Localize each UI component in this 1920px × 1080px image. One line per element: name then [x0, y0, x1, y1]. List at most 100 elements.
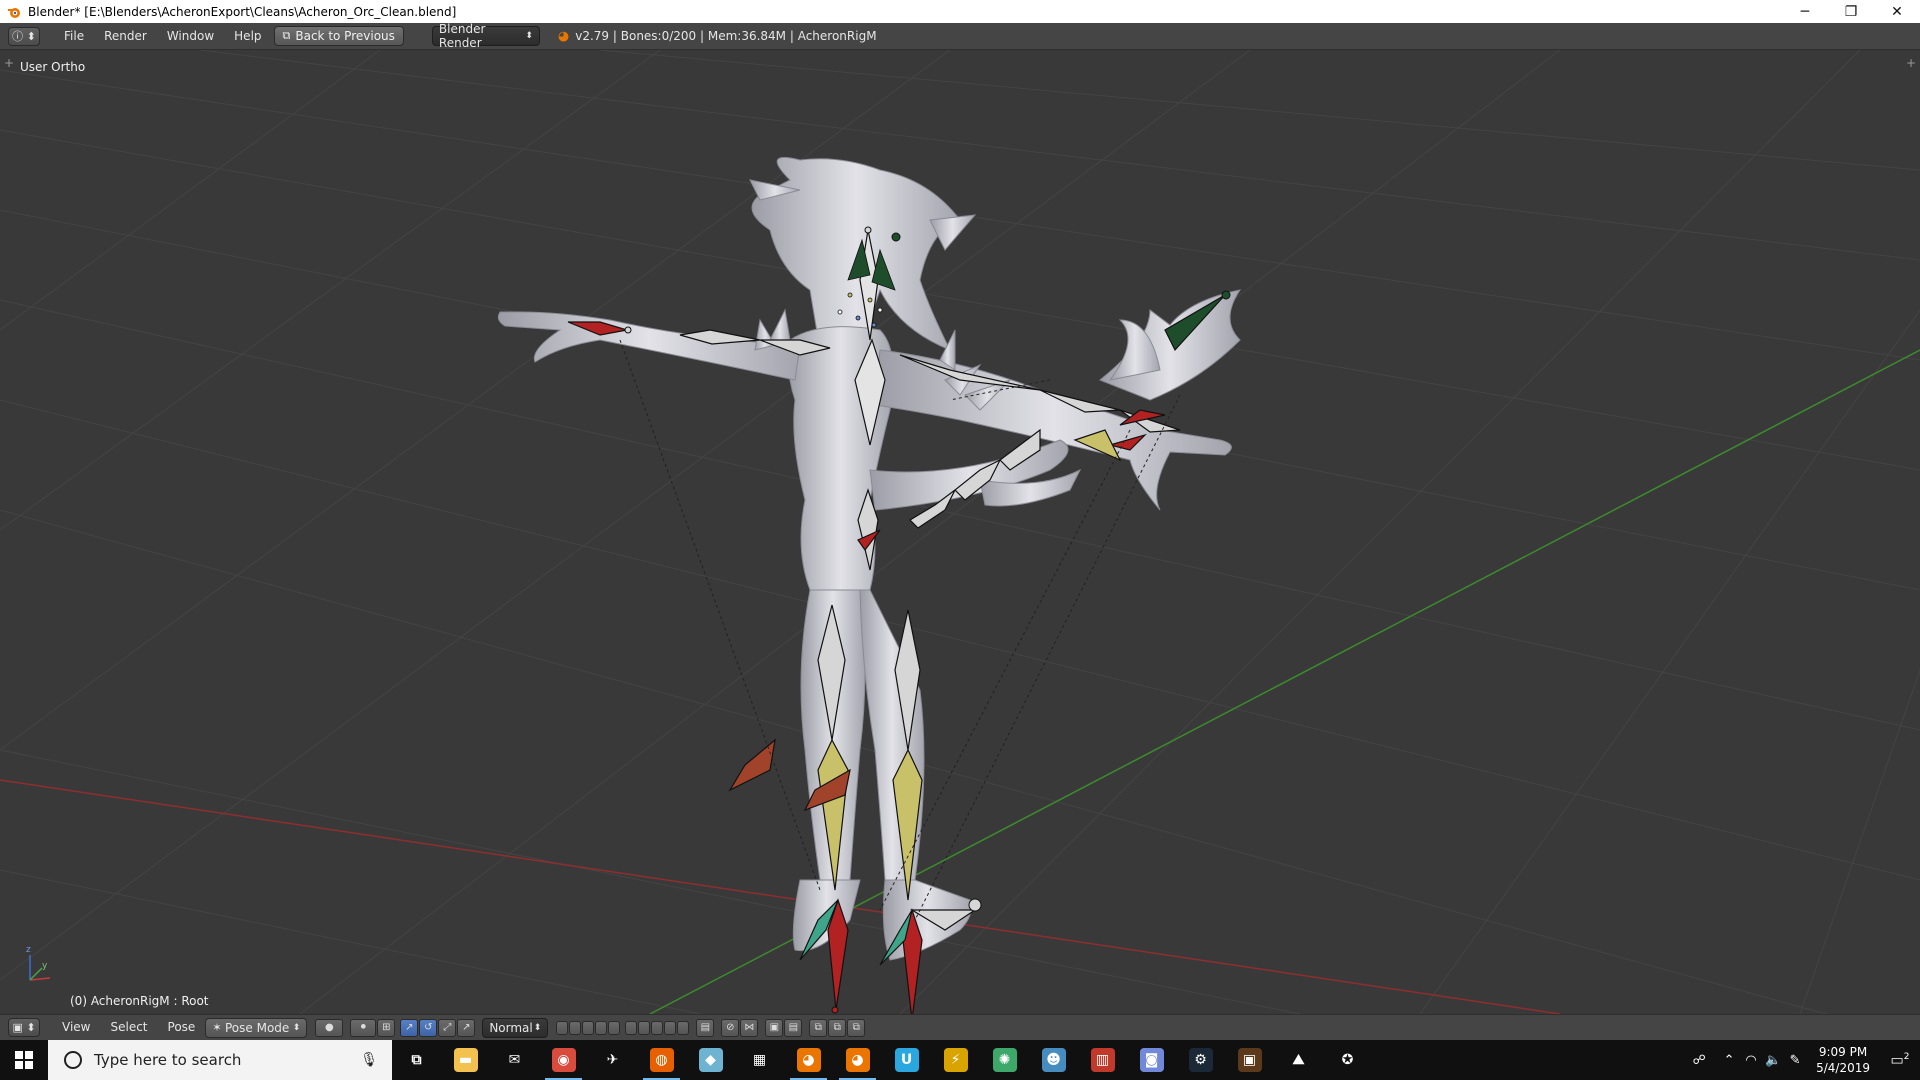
camera-icon: ▣ [769, 1022, 780, 1033]
restore-icon[interactable]: ❐ [1828, 0, 1874, 23]
close-icon[interactable]: ✕ [1874, 0, 1920, 23]
layer-3[interactable] [582, 1020, 595, 1035]
snap-toggle[interactable]: ⊘ [721, 1018, 740, 1037]
app-dark-icon: ▣ [1237, 1048, 1262, 1072]
clock[interactable]: 9:09 PM 5/4/2019 [1816, 1044, 1870, 1076]
render-engine-dropdown[interactable]: Blender Render ⬍ [431, 22, 540, 50]
paste-flipped-pose-button[interactable]: ⧉ [847, 1018, 866, 1037]
taskbar-app-file-explorer[interactable]: ▬ [441, 1040, 490, 1080]
taskbar-app-app-dark[interactable]: ▣ [1225, 1040, 1274, 1080]
app-u-icon: U [894, 1048, 919, 1072]
layer-buttons [556, 1020, 690, 1035]
pivot-icon: ⚫ [359, 1022, 368, 1033]
start-button[interactable] [0, 1040, 48, 1080]
taskbar-app-app-bolt[interactable]: ⚡ [931, 1040, 980, 1080]
layer-8[interactable] [651, 1020, 664, 1035]
copy-pose-button[interactable]: ⧉ [809, 1018, 828, 1037]
chevron-up-icon[interactable]: ⌃ [1718, 1053, 1740, 1068]
blender-icon: ◕ [796, 1048, 821, 1072]
menu-help[interactable]: Help [224, 23, 271, 50]
mode-dropdown[interactable]: ✶ Pose Mode ⬍ [205, 1017, 308, 1038]
layer-2[interactable] [569, 1020, 582, 1035]
editor-type-selector[interactable]: ⓘ ⬍ [8, 26, 40, 46]
render-button[interactable]: ▣ [765, 1018, 784, 1037]
editor-type-selector-3d[interactable]: ▣ ⬍ [8, 1018, 40, 1037]
taskbar-app-mail[interactable]: ✉ [490, 1040, 539, 1080]
taskbar-app-blender[interactable]: ◕ [784, 1040, 833, 1080]
transform-orientation-icon-btn[interactable]: ↗ [457, 1018, 476, 1037]
lock-layers-button[interactable]: ▤ [696, 1018, 715, 1037]
gizmo-z-label: z [26, 945, 31, 955]
menu-select[interactable]: Select [100, 1014, 157, 1041]
menu-render[interactable]: Render [94, 23, 157, 50]
info-icon: ⓘ ⬍ [12, 30, 36, 43]
region-expand-left-icon[interactable]: + [4, 56, 14, 70]
viewport-shading-button[interactable]: ● [315, 1018, 344, 1037]
layer-10[interactable] [677, 1020, 690, 1035]
layer-6[interactable] [625, 1020, 638, 1035]
volume-icon[interactable]: 🔈 [1762, 1053, 1784, 1068]
back-to-previous-button[interactable]: ⧉ Back to Previous [273, 26, 404, 46]
blender-window: Blender* [E:\Blenders\AcheronExport\Clea… [0, 0, 1920, 1080]
rotate-manipulator[interactable]: ↺ [419, 1018, 438, 1037]
orientation-icon: ↗ [462, 1022, 471, 1033]
paste-pose-button[interactable]: ⧉ [828, 1018, 847, 1037]
taskbar-app-app-u[interactable]: U [882, 1040, 931, 1080]
transform-orientation-dropdown[interactable]: Normal ⬍ [482, 1017, 549, 1038]
taskbar-app-app-blue[interactable]: ◆ [686, 1040, 735, 1080]
menu-window[interactable]: Window [157, 23, 224, 50]
minimize-icon[interactable]: ─ [1782, 0, 1828, 23]
taskbar-app-calculator[interactable]: ▦ [735, 1040, 784, 1080]
snap-element-dropdown[interactable]: ⋈ [740, 1018, 759, 1037]
region-expand-right-icon[interactable]: + [1906, 56, 1916, 70]
taskbar-app-blender-2[interactable]: ◕ [833, 1040, 882, 1080]
taskbar-app-app-green[interactable]: ✺ [980, 1040, 1029, 1080]
pivot-point-button[interactable]: ⚫ [350, 1018, 377, 1037]
taskbar-app-discord[interactable]: ◙ [1127, 1040, 1176, 1080]
mode-value: Pose Mode [225, 1020, 290, 1035]
app-blue-icon: ◆ [698, 1048, 723, 1072]
menu-pose[interactable]: Pose [158, 1014, 206, 1041]
chrome-icon: ◉ [551, 1048, 576, 1072]
action-center-button[interactable]: ▭2 [1880, 1052, 1920, 1069]
cortana-icon [64, 1051, 82, 1069]
layer-1[interactable] [556, 1020, 569, 1035]
render-engine-value: Blender Render [438, 22, 486, 50]
taskbar-app-task-view[interactable]: ⧉ [392, 1040, 441, 1080]
clock-date: 5/4/2019 [1816, 1061, 1870, 1075]
layer-7[interactable] [638, 1020, 651, 1035]
taskbar-app-app-wheel[interactable]: ✪ [1323, 1040, 1372, 1080]
clock-time: 9:09 PM [1818, 1045, 1868, 1059]
taskbar-search[interactable]: Type here to search 🎙 [48, 1040, 392, 1080]
menu-file[interactable]: File [54, 23, 94, 50]
taskbar-app-firefox[interactable]: ◍ [637, 1040, 686, 1080]
people-icon[interactable]: ☍ [1688, 1053, 1710, 1068]
taskbar-app-app-piano[interactable]: ▥ [1078, 1040, 1127, 1080]
gizmo-y-label: y [42, 961, 48, 971]
taskbar-app-photos[interactable]: ⛰ [1274, 1040, 1323, 1080]
layer-9[interactable] [664, 1020, 677, 1035]
pen-icon[interactable]: ✎ [1784, 1053, 1806, 1068]
layer-4[interactable] [595, 1020, 608, 1035]
translate-manipulator[interactable]: ↗ [400, 1018, 419, 1037]
search-placeholder: Type here to search [94, 1051, 242, 1069]
layer-5[interactable] [608, 1020, 621, 1035]
3d-viewport[interactable]: z y User Ortho (0) AcheronRigM : Root + … [0, 50, 1920, 1014]
taskbar-app-chrome[interactable]: ◉ [539, 1040, 588, 1080]
pose-mode-icon: ✶ [212, 1021, 222, 1034]
menu-view[interactable]: View [52, 1014, 100, 1041]
system-tray: ☍ ⌃ ◠ 🔈 ✎ 9:09 PM 5/4/2019 ▭2 [1688, 1040, 1920, 1080]
steam-icon: ⚙ [1188, 1048, 1213, 1072]
photos-icon: ⛰ [1286, 1048, 1311, 1072]
taskbar-app-app-godot[interactable]: ☻ [1029, 1040, 1078, 1080]
microphone-icon[interactable]: 🎙 [360, 1052, 378, 1068]
app-godot-icon: ☻ [1041, 1048, 1066, 1072]
taskbar-app-steam[interactable]: ⚙ [1176, 1040, 1225, 1080]
taskbar-app-app-plane[interactable]: ✈ [588, 1040, 637, 1080]
wifi-icon[interactable]: ◠ [1740, 1053, 1762, 1068]
render-anim-button[interactable]: ▤ [784, 1018, 803, 1037]
manipulator-toggle[interactable]: ⊞ [377, 1018, 396, 1037]
screen-back-icon: ⧉ [282, 29, 291, 42]
scale-manipulator[interactable]: ⤢ [438, 1018, 457, 1037]
solid-shading-icon: ● [324, 1022, 334, 1033]
